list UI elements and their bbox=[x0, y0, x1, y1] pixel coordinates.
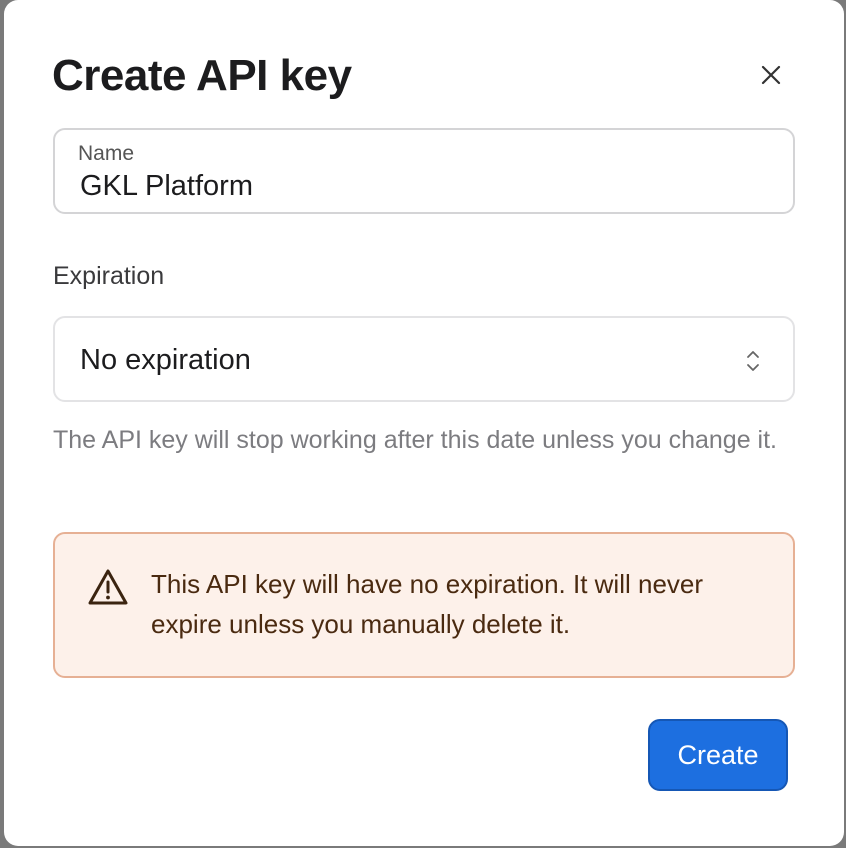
name-label: Name bbox=[78, 142, 135, 165]
close-button[interactable] bbox=[754, 58, 788, 92]
create-api-key-dialog: Create API key Name GKL Platform Expirat… bbox=[4, 0, 844, 846]
expiration-select[interactable]: No expiration bbox=[53, 316, 795, 402]
expiration-selected-value: No expiration bbox=[80, 344, 251, 376]
chevron-up-down-icon bbox=[747, 351, 759, 371]
dialog-title: Create API key bbox=[52, 51, 352, 100]
warning-banner: This API key will have no expiration. It… bbox=[53, 532, 795, 678]
create-button[interactable]: Create bbox=[648, 719, 788, 791]
name-field[interactable]: Name GKL Platform bbox=[53, 128, 795, 214]
warning-triangle-icon bbox=[88, 569, 128, 605]
name-input-value[interactable]: GKL Platform bbox=[80, 170, 253, 203]
expiration-helper-text: The API key will stop working after this… bbox=[53, 426, 777, 454]
warning-text: This API key will have no expiration. It… bbox=[151, 569, 704, 639]
close-icon bbox=[761, 65, 781, 85]
expiration-label: Expiration bbox=[53, 262, 165, 290]
